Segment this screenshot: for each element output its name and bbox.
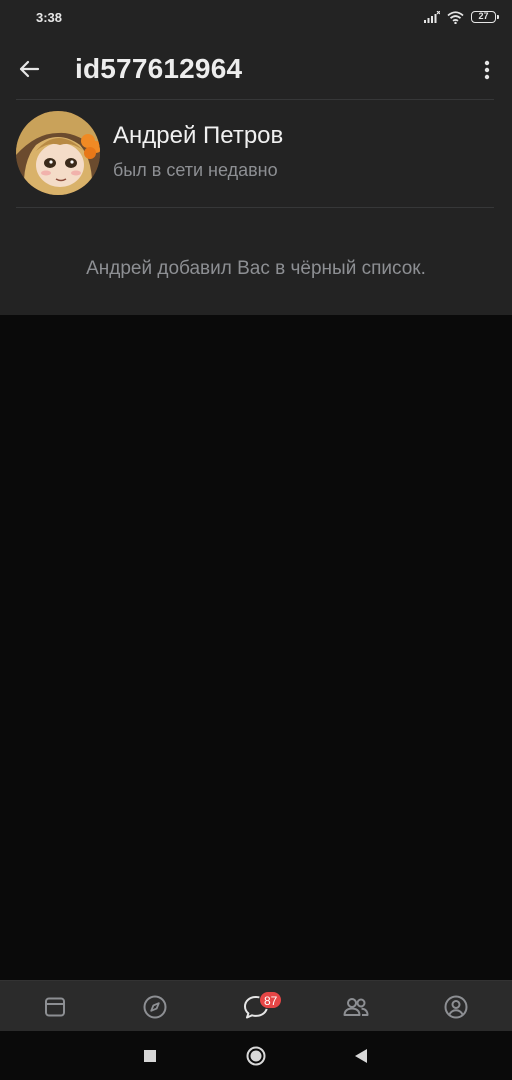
profile-row[interactable]: Андрей Петров был в сети недавно <box>0 100 512 207</box>
back-triangle-icon <box>355 1048 367 1063</box>
online-status: был в сети недавно <box>113 160 278 180</box>
system-nav-bar <box>0 1031 512 1080</box>
blacklist-notice: Андрей добавил Вас в чёрный список. <box>86 258 426 279</box>
profile-icon <box>444 995 468 1018</box>
avatar-image <box>16 111 100 195</box>
tab-friends[interactable] <box>326 981 386 1032</box>
news-icon <box>45 997 65 1016</box>
more-vertical-icon <box>484 60 490 80</box>
chat-panel: id577612964 Андрей Петров был в сети нед… <box>0 36 512 315</box>
home-button[interactable] <box>232 1031 280 1080</box>
avatar[interactable] <box>16 111 100 195</box>
tab-news[interactable] <box>25 981 85 1032</box>
header: id577612964 <box>0 36 512 100</box>
divider <box>16 207 494 208</box>
wifi-icon <box>447 10 464 24</box>
unread-badge: 87 <box>259 991 283 1009</box>
tab-discover[interactable] <box>125 981 185 1032</box>
status-icons: 27 <box>424 9 499 25</box>
tab-messages[interactable]: 87 <box>226 981 286 1032</box>
page-title[interactable]: id577612964 <box>75 53 242 85</box>
system-back-button[interactable] <box>337 1031 385 1080</box>
status-bar: 3:38 27 <box>0 0 512 36</box>
tab-profile[interactable] <box>426 981 486 1032</box>
profile-name[interactable]: Андрей Петров <box>113 122 283 150</box>
recents-icon <box>144 1049 156 1062</box>
friends-icon <box>343 997 369 1016</box>
back-button[interactable] <box>10 50 48 88</box>
signal-icon <box>424 11 440 23</box>
status-time: 3:38 <box>36 10 63 25</box>
more-button[interactable] <box>474 52 500 88</box>
battery-level: 27 <box>478 11 489 21</box>
tab-bar: 87 <box>0 980 512 1031</box>
compass-icon <box>143 995 167 1018</box>
arrow-left-icon <box>19 60 40 78</box>
recents-button[interactable] <box>126 1031 174 1080</box>
battery-icon: 27 <box>471 11 499 23</box>
home-icon <box>246 1046 266 1065</box>
